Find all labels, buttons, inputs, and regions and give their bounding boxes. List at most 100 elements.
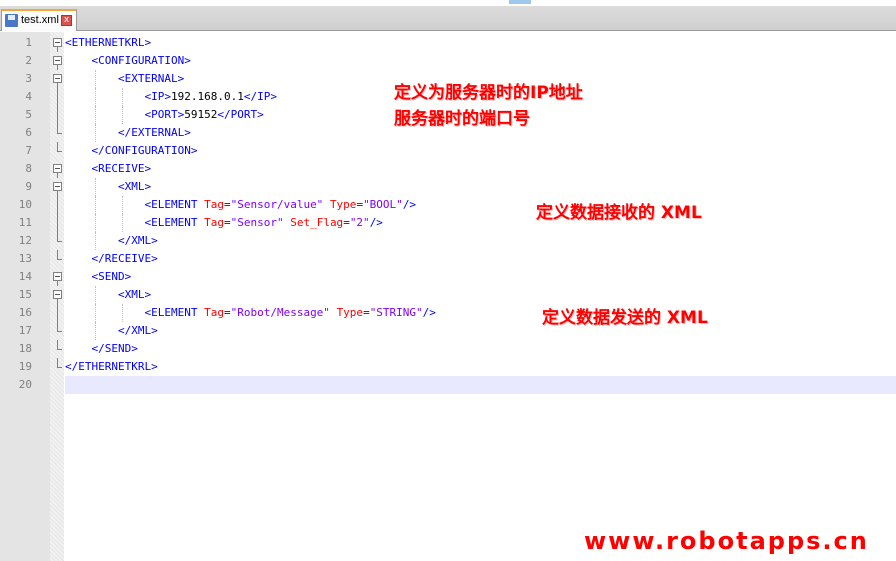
fold-line	[57, 196, 58, 214]
code-line[interactable]: </ETHERNETKRL>	[65, 358, 896, 376]
line-number: 7	[25, 144, 32, 157]
fold-marker	[50, 196, 64, 214]
fold-markers	[50, 34, 64, 394]
code-line[interactable]: </XML>	[65, 232, 896, 250]
fold-marker	[50, 178, 64, 196]
fold-marker	[50, 358, 64, 376]
code-token: Type	[329, 198, 357, 211]
fold-toggle-icon[interactable]	[53, 272, 62, 281]
code-line[interactable]: </RECEIVE>	[65, 250, 896, 268]
code-line[interactable]: <ETHERNETKRL>	[65, 34, 896, 52]
line-number: 3	[25, 72, 32, 85]
fold-line	[57, 214, 58, 232]
line-number: 5	[25, 108, 32, 121]
code-token: Tag	[204, 198, 224, 211]
indent-guide	[95, 286, 97, 304]
line-number: 20	[18, 378, 32, 391]
fold-line	[57, 304, 58, 322]
fold-marker	[50, 124, 64, 142]
line-number: 6	[25, 126, 32, 139]
fold-toggle-icon[interactable]	[53, 38, 62, 47]
code-line[interactable]: <CONFIGURATION>	[65, 52, 896, 70]
line-number: 13	[18, 252, 32, 265]
indent-guide	[95, 106, 97, 124]
line-number: 4	[25, 90, 32, 103]
code-token: =	[363, 306, 370, 319]
fold-toggle-icon[interactable]	[53, 182, 62, 191]
indent-guide	[95, 214, 97, 232]
code-token: <RECEIVE>	[91, 162, 152, 175]
tab-test-xml[interactable]: test.xml x	[1, 9, 77, 31]
code-line[interactable]: <ELEMENT Tag="Robot/Message" Type="STRIN…	[65, 304, 896, 322]
line-number: 14	[18, 270, 32, 283]
code-token: "Sensor/value"	[230, 198, 324, 211]
code-token: <ELEMENT	[144, 306, 205, 319]
code-token: Tag	[204, 216, 224, 229]
fold-marker	[50, 214, 64, 232]
code-token: </SEND>	[91, 342, 138, 355]
fold-marker	[50, 304, 64, 322]
code-token: </RECEIVE>	[91, 252, 158, 265]
fold-marker	[50, 70, 64, 88]
code-line[interactable]: </XML>	[65, 322, 896, 340]
code-token: </EXTERNAL>	[117, 126, 191, 139]
code-token: "Sensor"	[230, 216, 284, 229]
code-token: </ETHERNETKRL>	[65, 360, 158, 373]
code-line[interactable]: <RECEIVE>	[65, 160, 896, 178]
code-line[interactable]: <ELEMENT Tag="Sensor/value" Type="BOOL"/…	[65, 196, 896, 214]
code-token: <ETHERNETKRL>	[65, 36, 152, 49]
indent-guide	[121, 196, 123, 214]
code-line[interactable]: </CONFIGURATION>	[65, 142, 896, 160]
indent-guide	[95, 178, 97, 196]
fold-marker	[50, 160, 64, 178]
annotation-send: 定义数据发送的 XML	[542, 308, 708, 328]
fold-marker	[50, 322, 64, 340]
code-token: </CONFIGURATION>	[91, 144, 198, 157]
code-line[interactable]: <XML>	[65, 178, 896, 196]
fold-line	[57, 142, 62, 152]
code-line[interactable]: <XML>	[65, 286, 896, 304]
annotation-receive: 定义数据接收的 XML	[536, 203, 702, 223]
code-token: 59152	[184, 108, 218, 121]
fold-marker	[50, 106, 64, 124]
line-numbers: 1 2 3 4 5 6 7 8 9 10 11 12 13 14 15 16 17 18 19 20	[0, 34, 32, 394]
code-line[interactable]	[65, 376, 896, 394]
code-token: <ELEMENT	[144, 198, 205, 211]
fold-line	[57, 358, 62, 368]
fold-toggle-icon[interactable]	[53, 74, 62, 83]
code-token: "2"	[349, 216, 370, 229]
code-line[interactable]: <SEND>	[65, 268, 896, 286]
fold-line	[57, 124, 62, 134]
tab-label: test.xml	[21, 14, 59, 26]
code-token: <XML>	[117, 180, 152, 193]
code-token: </XML>	[117, 234, 158, 247]
fold-line	[57, 106, 58, 124]
fold-marker	[50, 232, 64, 250]
code-token: <EXTERNAL>	[117, 72, 185, 85]
code-token: =	[223, 216, 231, 229]
fold-marker	[50, 34, 64, 52]
fold-toggle-icon[interactable]	[53, 164, 62, 173]
code-token: />	[369, 216, 383, 229]
tab-bar: test.xml x	[0, 6, 896, 31]
fold-line	[57, 250, 62, 260]
fold-marker	[50, 340, 64, 358]
line-number: 1	[25, 36, 32, 49]
code-line[interactable]: </SEND>	[65, 340, 896, 358]
line-number: 19	[18, 360, 32, 373]
fold-toggle-icon[interactable]	[53, 56, 62, 65]
line-number: 10	[18, 198, 32, 211]
code-token: Type	[336, 306, 364, 319]
scroll-marker	[509, 0, 531, 4]
fold-toggle-icon[interactable]	[53, 290, 62, 299]
code-line[interactable]: <ELEMENT Tag="Sensor" Set_Flag="2"/>	[65, 214, 896, 232]
close-icon[interactable]: x	[61, 15, 72, 26]
